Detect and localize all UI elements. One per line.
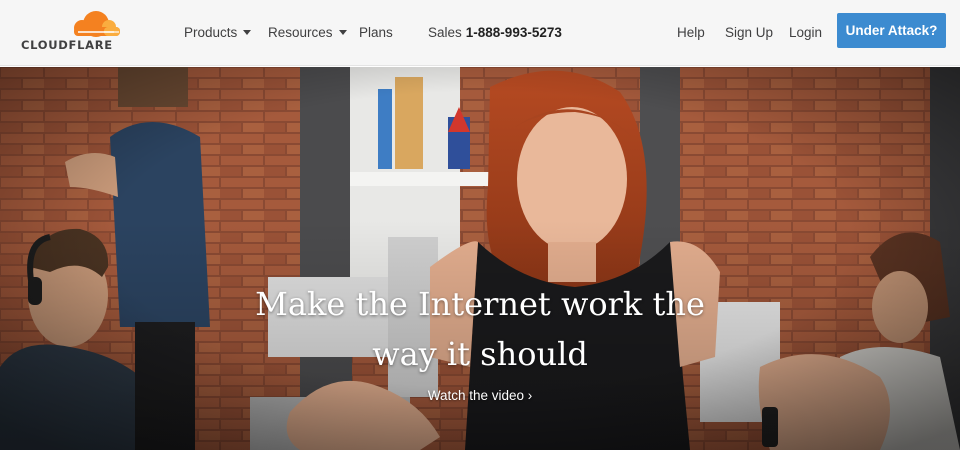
- under-attack-button[interactable]: Under Attack?: [837, 13, 946, 48]
- nav-login[interactable]: Login: [789, 25, 822, 41]
- nav-help[interactable]: Help: [677, 25, 705, 41]
- nav-products[interactable]: Products: [184, 25, 252, 41]
- nav-sign-up[interactable]: Sign Up: [725, 25, 773, 41]
- top-navigation-bar: CLOUDFLARE Products Resources Plans Sale…: [0, 0, 960, 66]
- nav-resources[interactable]: Resources: [268, 25, 347, 41]
- nav-products-label: Products: [184, 25, 238, 40]
- caret-down-icon: [338, 30, 347, 35]
- caret-down-icon: [243, 30, 252, 35]
- watch-video-link[interactable]: Watch the video ›: [380, 388, 580, 403]
- nav-plans[interactable]: Plans: [359, 25, 393, 41]
- hero-headline: Make the Internet work the way it should: [230, 279, 730, 379]
- nav-resources-label: Resources: [268, 25, 333, 40]
- hero-banner: Make the Internet work the way it should…: [0, 67, 960, 450]
- cloudflare-logo[interactable]: CLOUDFLARE: [20, 9, 126, 53]
- hero-headline-line-2: way it should: [372, 335, 588, 373]
- sales-contact[interactable]: Sales 1-888-993-5273: [428, 25, 562, 41]
- cloud-logo-icon: [74, 11, 120, 37]
- hero-headline-line-1: Make the Internet work the: [255, 285, 705, 323]
- logo-wordmark: CLOUDFLARE: [21, 38, 113, 52]
- sales-phone-number[interactable]: 1-888-993-5273: [466, 25, 562, 40]
- sales-label: Sales: [428, 25, 462, 40]
